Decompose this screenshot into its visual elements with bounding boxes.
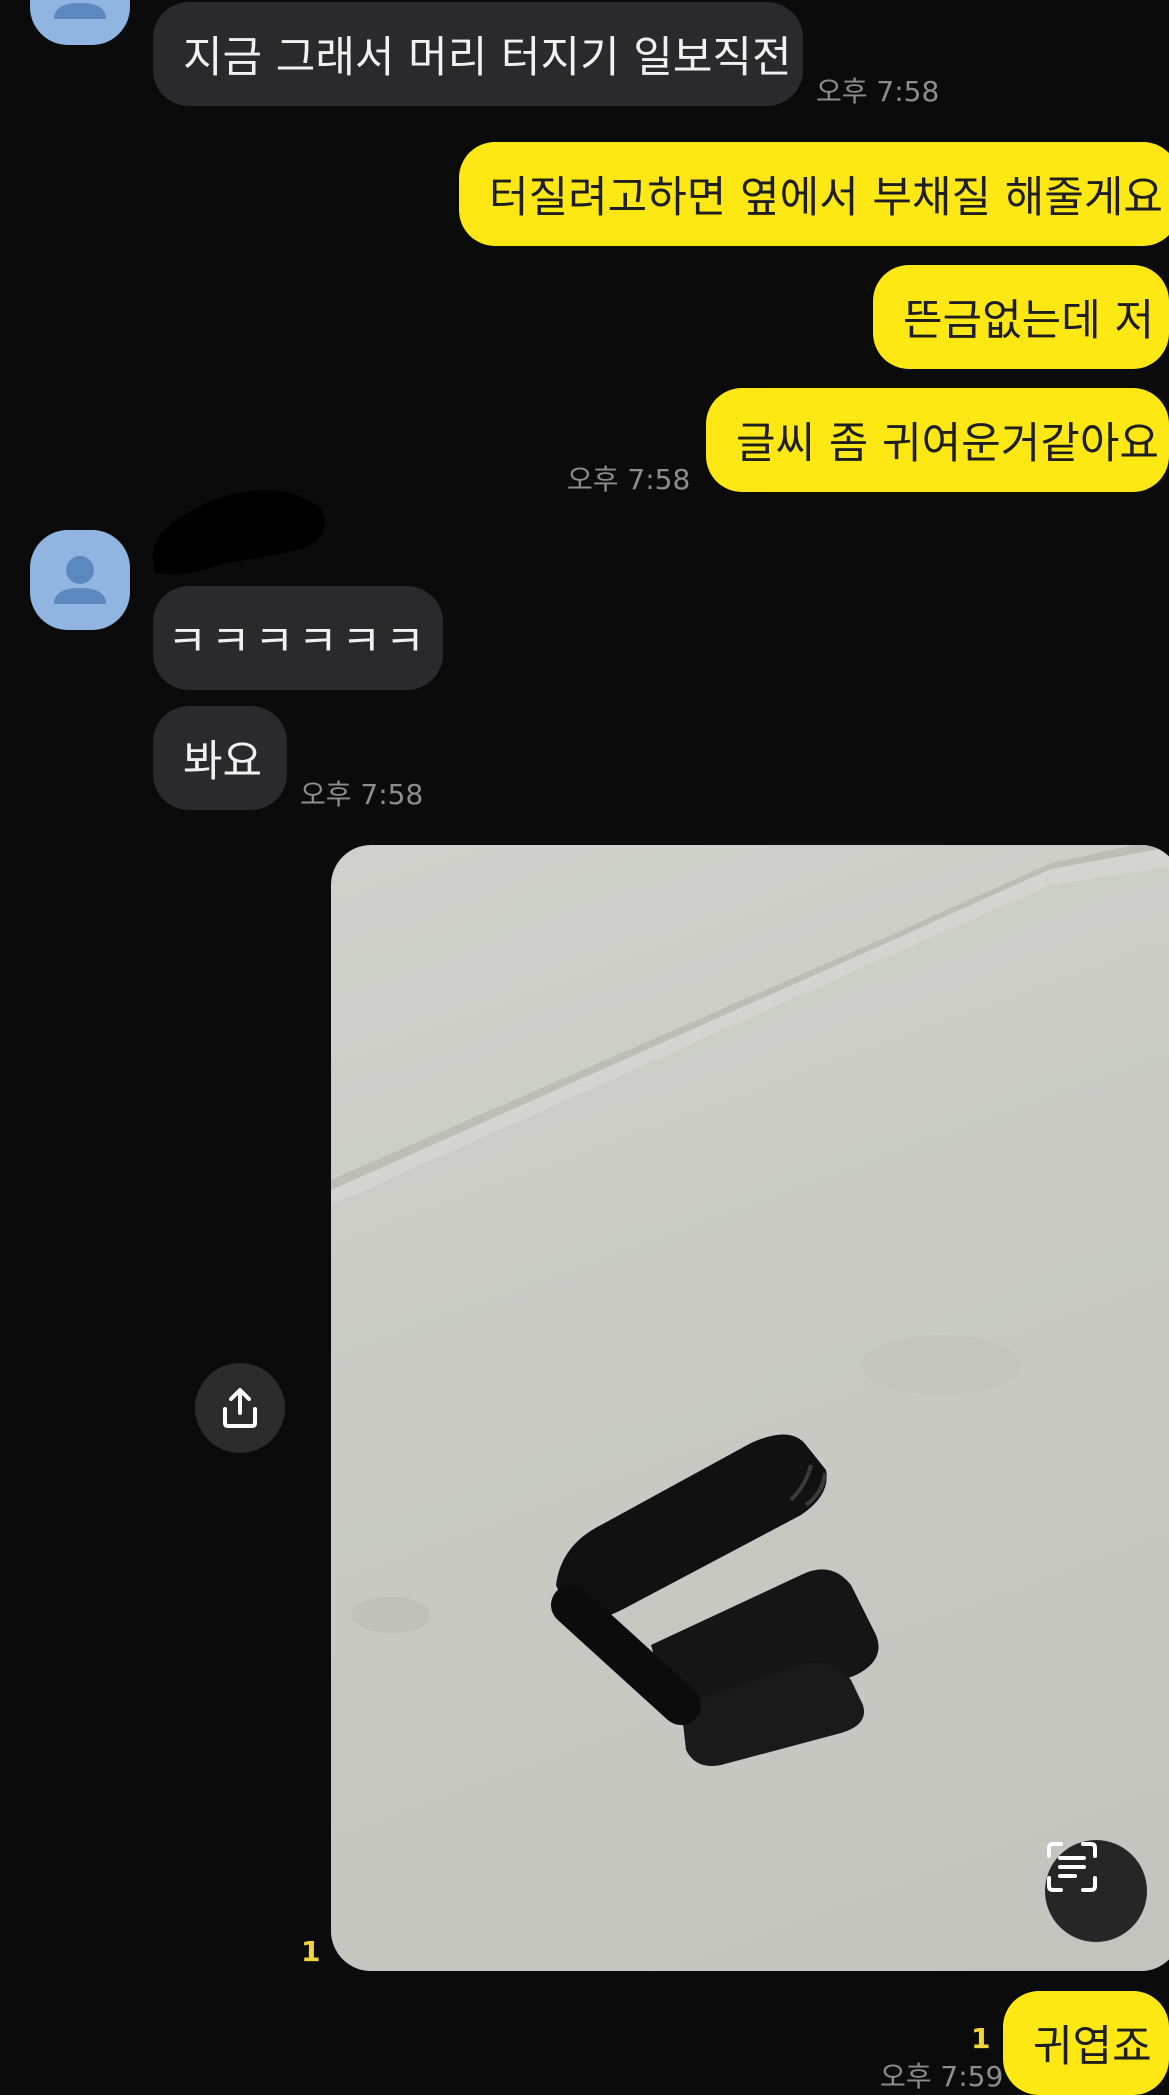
person-icon [54,556,106,604]
unread-count: 1 [971,2022,991,2055]
incoming-message-bubble[interactable]: ㅋㅋㅋㅋㅋㅋ [153,586,443,690]
message-text: ㅋㅋㅋㅋㅋㅋ [167,617,429,667]
outgoing-message-bubble[interactable]: 뜬금없는데 저 [873,265,1169,369]
photo-message[interactable] [331,845,1169,1971]
outgoing-message-bubble[interactable]: 터질려고하면 옆에서 부채질 해줄게요 [459,142,1169,246]
incoming-message-bubble[interactable]: 지금 그래서 머리 터지기 일보직전 [153,2,803,106]
sender-avatar[interactable] [30,0,130,45]
share-button[interactable] [195,1363,285,1453]
message-text: 터질려고하면 옆에서 부채질 해줄게요 [489,173,1163,223]
message-timestamp: 오후 7:59 [880,2060,1004,2093]
photo-content [331,845,1169,1766]
message-text: 봐요 [183,737,263,787]
unread-count: 1 [301,1935,321,1968]
share-upload-icon [223,1388,257,1428]
message-timestamp: 오후 7:58 [816,75,940,108]
message-text: 귀엽죠 [1033,2022,1152,2072]
outgoing-message-bubble[interactable]: 글씨 좀 귀여운거같아요 [706,388,1169,492]
text-scan-button[interactable] [1045,1840,1147,1942]
redacted-sender-name [145,478,335,588]
outgoing-message-bubble[interactable]: 귀엽죠 [1003,1991,1169,2095]
incoming-message-bubble[interactable]: 봐요 [153,706,287,810]
person-icon [54,3,106,19]
message-text: 지금 그래서 머리 터지기 일보직전 [183,33,792,83]
sender-avatar[interactable] [30,530,130,630]
message-timestamp: 오후 7:58 [567,463,691,496]
message-text: 글씨 좀 귀여운거같아요 [736,419,1159,469]
message-timestamp: 오후 7:58 [300,778,424,811]
message-text: 뜬금없는데 저 [903,296,1155,346]
text-scan-icon [1047,1842,1097,1892]
